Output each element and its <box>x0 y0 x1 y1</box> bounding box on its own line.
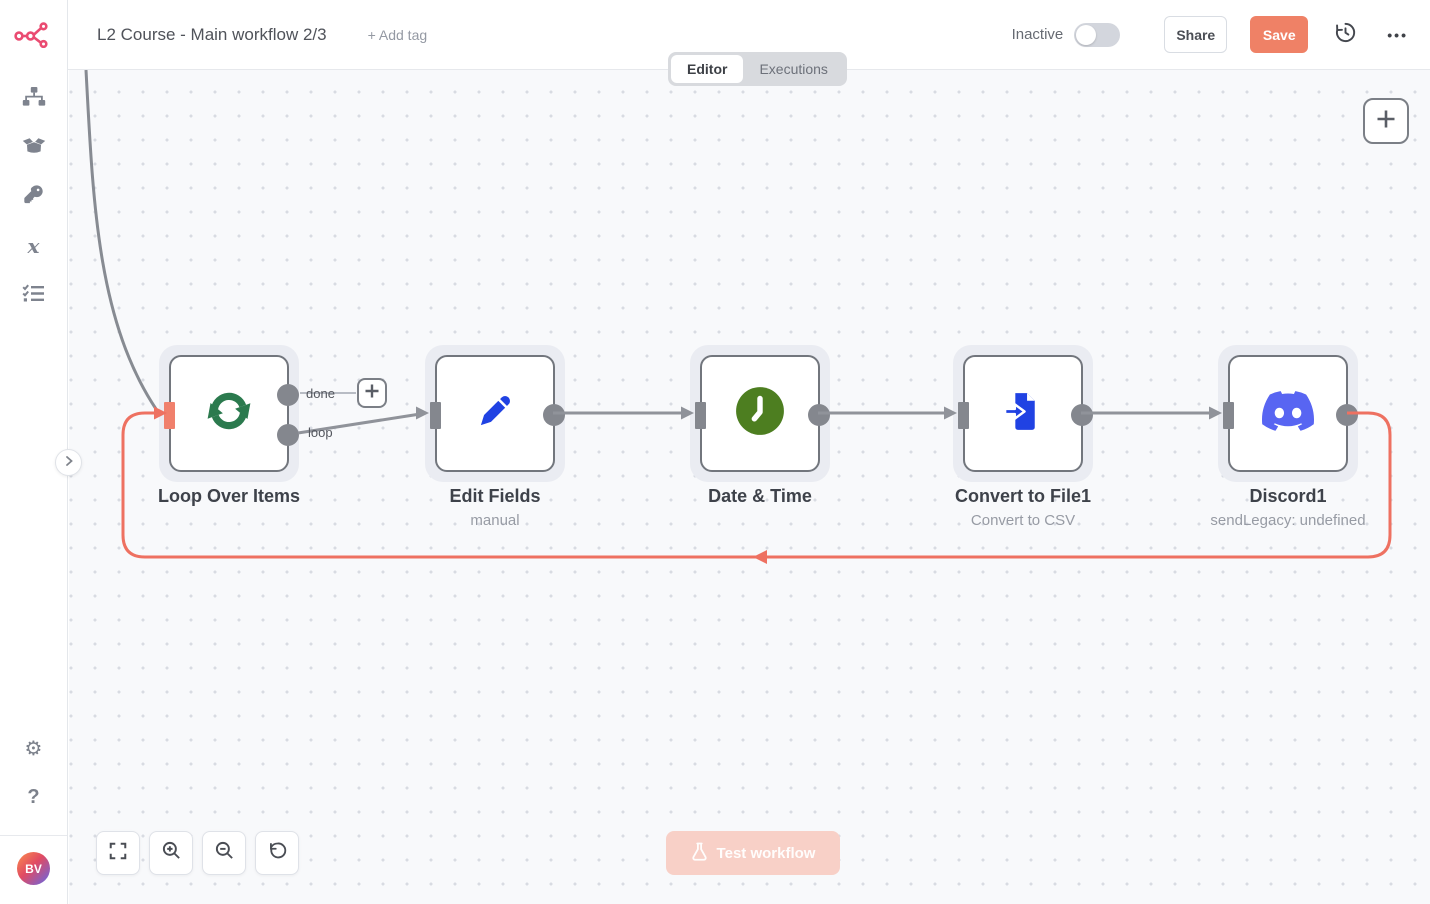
sidebar-item-credentials[interactable] <box>20 186 48 208</box>
node-label: Date & Time <box>630 486 890 507</box>
active-toggle[interactable] <box>1074 23 1120 47</box>
output-port[interactable] <box>808 404 830 426</box>
key-icon <box>23 184 44 210</box>
sidebar-item-variables[interactable]: x <box>20 235 48 257</box>
editor-executions-tabs: Editor Executions <box>668 52 847 86</box>
input-port[interactable] <box>430 402 441 429</box>
toggle-knob <box>1076 25 1096 45</box>
node-date-time[interactable] <box>700 355 820 472</box>
sitemap-icon <box>22 86 46 112</box>
zoom-to-fit-button[interactable] <box>96 831 140 875</box>
discord-icon <box>1262 385 1314 442</box>
node-label: Edit Fields manual <box>365 486 625 529</box>
node-convert-to-file[interactable] <box>963 355 1083 472</box>
sidebar-item-executions[interactable] <box>20 284 48 306</box>
settings-button[interactable]: ⚙ <box>25 739 43 759</box>
history-button[interactable] <box>1334 21 1357 49</box>
sidebar-expand-button[interactable] <box>55 449 82 476</box>
n8n-logo[interactable] <box>14 20 54 50</box>
chevron-right-icon <box>63 454 75 472</box>
avatar[interactable]: BV <box>17 852 50 885</box>
help-icon: ? <box>27 786 39 808</box>
active-status-label: Inactive <box>1012 26 1064 43</box>
canvas-controls <box>96 831 299 875</box>
plus-icon <box>364 383 380 404</box>
sidebar-divider <box>0 835 67 836</box>
more-menu-button[interactable]: ••• <box>1387 27 1408 43</box>
node-loop-over-items[interactable] <box>169 355 289 472</box>
input-port[interactable] <box>958 402 969 429</box>
save-button[interactable]: Save <box>1250 16 1308 53</box>
output-label-done: done <box>306 386 335 401</box>
variables-icon: x <box>28 234 40 258</box>
sidebar-item-templates[interactable] <box>20 137 48 159</box>
add-node-button[interactable] <box>1363 98 1409 144</box>
test-workflow-label: Test workflow <box>717 845 816 862</box>
box-open-icon <box>22 136 46 160</box>
history-icon <box>1334 21 1357 49</box>
input-port[interactable] <box>695 402 706 429</box>
reset-zoom-button[interactable] <box>255 831 299 875</box>
output-port-done[interactable] <box>277 384 299 406</box>
ellipsis-icon: ••• <box>1387 27 1408 43</box>
input-port[interactable] <box>1223 402 1234 429</box>
input-port[interactable] <box>164 402 175 429</box>
n8n-app: x ⚙ ? BV L2 Course - Main workf <box>0 0 1430 904</box>
node-label: Convert to File1 Convert to CSV <box>893 486 1153 529</box>
output-port[interactable] <box>1336 404 1358 426</box>
reset-zoom-icon <box>267 840 288 866</box>
zoom-out-icon <box>214 840 235 866</box>
output-port[interactable] <box>1071 404 1093 426</box>
output-port-loop[interactable] <box>277 424 299 446</box>
zoom-in-icon <box>161 840 182 866</box>
header-actions: Inactive Share Save ••• <box>1012 16 1408 53</box>
share-button[interactable]: Share <box>1164 16 1227 53</box>
sidebar-footer: ⚙ ? BV <box>0 739 67 904</box>
gear-icon: ⚙ <box>25 738 43 760</box>
sidebar-nav: x <box>20 88 48 306</box>
tab-editor[interactable]: Editor <box>671 55 743 83</box>
help-button[interactable]: ? <box>27 787 39 807</box>
node-discord[interactable] <box>1228 355 1348 472</box>
flask-icon <box>691 842 708 865</box>
sidebar-item-workflows[interactable] <box>20 88 48 110</box>
clock-icon <box>735 386 785 441</box>
test-workflow-button[interactable]: Test workflow <box>666 831 840 875</box>
workflow-title[interactable]: L2 Course - Main workflow 2/3 <box>97 25 327 45</box>
output-label-loop: loop <box>308 425 333 440</box>
add-node-from-done-button[interactable] <box>357 378 387 408</box>
plus-icon <box>1375 108 1397 135</box>
add-tag-button[interactable]: + Add tag <box>368 27 428 43</box>
file-import-icon <box>1000 388 1047 440</box>
pencil-icon <box>472 388 518 439</box>
node-label: Loop Over Items <box>99 486 359 507</box>
tab-executions[interactable]: Executions <box>743 55 843 83</box>
zoom-in-button[interactable] <box>149 831 193 875</box>
output-port[interactable] <box>543 404 565 426</box>
node-label: Discord1 sendLegacy: undefined <box>1158 486 1418 529</box>
loop-icon <box>203 385 255 442</box>
zoom-out-button[interactable] <box>202 831 246 875</box>
list-check-icon <box>22 283 45 308</box>
sidebar: x ⚙ ? BV <box>0 0 68 904</box>
zoom-to-fit-icon <box>108 841 128 866</box>
node-edit-fields[interactable] <box>435 355 555 472</box>
